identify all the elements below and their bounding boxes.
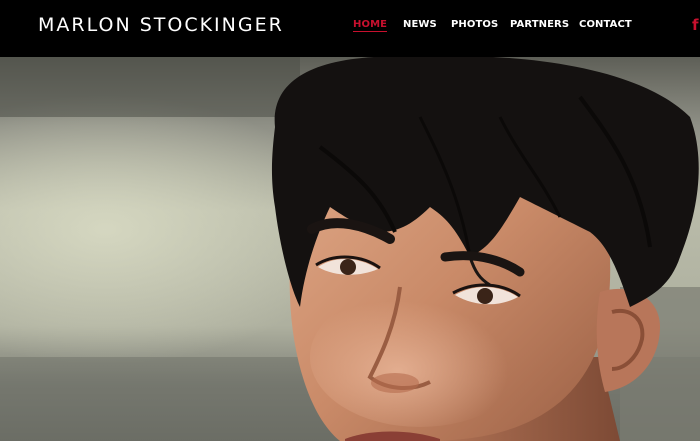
site-title[interactable]: MARLON STOCKINGER — [38, 14, 284, 36]
portrait-photo — [0, 57, 700, 441]
nav-item-partners[interactable]: PARTNERS — [510, 19, 569, 30]
site-header: MARLON STOCKINGER HOME NEWS PHOTOS PARTN… — [0, 0, 700, 57]
hero-image — [0, 57, 700, 441]
nav-item-home[interactable]: HOME — [353, 19, 388, 32]
nav-item-news[interactable]: NEWS — [403, 19, 437, 30]
nav-item-contact[interactable]: CONTACT — [579, 19, 632, 30]
nav-item-photos[interactable]: PHOTOS — [451, 19, 498, 30]
facebook-icon[interactable]: f — [692, 16, 699, 34]
page: MARLON STOCKINGER HOME NEWS PHOTOS PARTN… — [0, 0, 700, 441]
